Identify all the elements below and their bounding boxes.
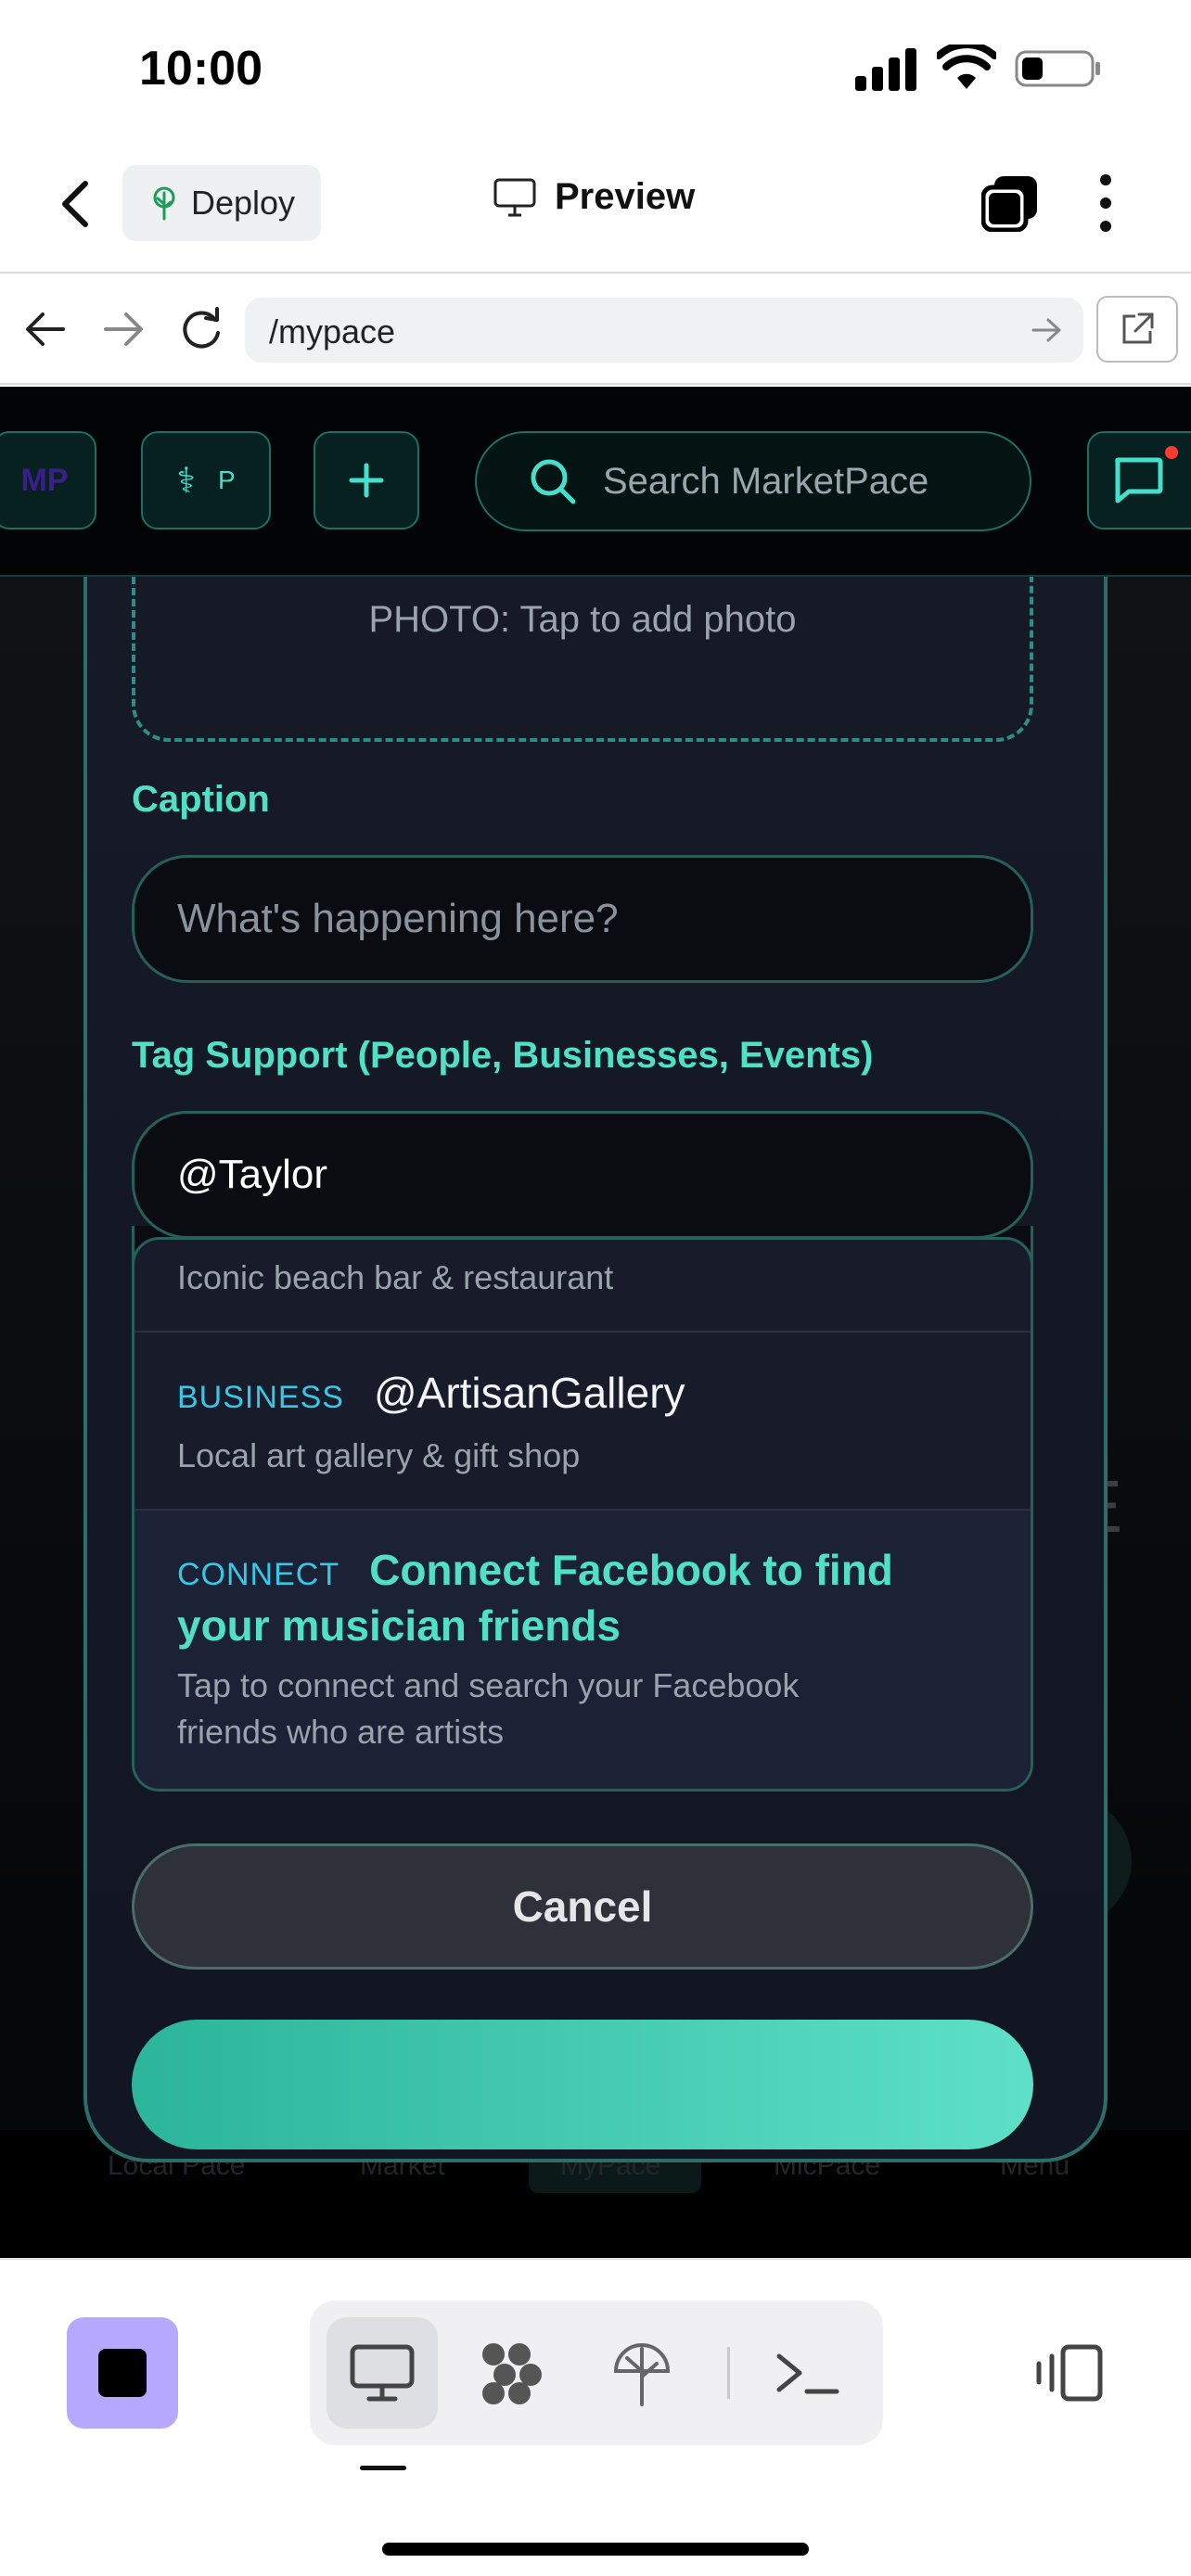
caduceus-icon: ⚕ bbox=[176, 461, 196, 501]
connect-facebook-item[interactable]: CONNECT Connect Facebook to find your mu… bbox=[134, 1511, 1031, 1789]
cancel-label: Cancel bbox=[512, 1882, 653, 1931]
search-icon bbox=[531, 459, 576, 504]
deploy-label: Deploy bbox=[191, 184, 296, 222]
photo-dropzone[interactable]: PHOTO: Tap to add photo bbox=[132, 577, 1033, 742]
deploy-tree-icon[interactable] bbox=[607, 2340, 677, 2406]
dev-toolbar bbox=[0, 2258, 1191, 2576]
xp-chip-letter: P bbox=[217, 465, 236, 494]
connect-title-line1: Connect Facebook to find bbox=[369, 1546, 893, 1594]
photo-prompt: PHOTO: Tap to add photo bbox=[368, 599, 797, 640]
suggestion-item[interactable]: Iconic beach bar & restaurant bbox=[134, 1240, 1031, 1333]
connect-subtitle-line1: Tap to connect and search your Facebook bbox=[177, 1666, 800, 1704]
monitor-icon bbox=[493, 178, 536, 216]
preview-label: Preview bbox=[555, 176, 696, 217]
suggestion-type: BUSINESS bbox=[177, 1380, 344, 1415]
desktop-view-icon[interactable] bbox=[347, 2340, 417, 2406]
open-external-button[interactable] bbox=[1096, 296, 1178, 363]
cancel-button[interactable]: Cancel bbox=[132, 1843, 1033, 1970]
tabs-switcher-icon[interactable] bbox=[981, 174, 1039, 232]
suggestion-name: @ArtisanGallery bbox=[373, 1369, 685, 1417]
add-button[interactable] bbox=[314, 431, 419, 529]
reload-icon[interactable] bbox=[178, 305, 224, 351]
connect-subtitle-line2: friends who are artists bbox=[177, 1713, 505, 1751]
logo-text: MP bbox=[20, 462, 69, 498]
tag-suggestions-dropdown: Iconic beach bar & restaurant BUSINESS @… bbox=[132, 1237, 1033, 1792]
go-arrow-icon[interactable] bbox=[1031, 316, 1063, 344]
workspace-icon[interactable] bbox=[477, 2340, 547, 2406]
browser-back-icon[interactable] bbox=[24, 311, 67, 348]
preview-title[interactable]: Preview bbox=[493, 176, 695, 218]
tag-input[interactable]: @Taylor bbox=[132, 1111, 1033, 1239]
suggestion-item[interactable]: BUSINESS @ArtisanGallery Local art galle… bbox=[134, 1333, 1031, 1511]
caption-placeholder: What's happening here? bbox=[177, 896, 619, 941]
messages-button[interactable] bbox=[1087, 431, 1191, 529]
stop-icon bbox=[98, 2349, 147, 2397]
suggestion-subtitle: Local art gallery & gift shop bbox=[177, 1436, 581, 1474]
search-input[interactable]: Search MarketPace bbox=[475, 431, 1031, 531]
external-link-icon bbox=[1122, 312, 1154, 344]
url-field[interactable]: /mypace bbox=[245, 298, 1083, 363]
browser-forward-icon[interactable] bbox=[102, 311, 145, 348]
create-post-modal: PHOTO: Tap to add photo Caption What's h… bbox=[83, 577, 1108, 2162]
chat-bubble-icon bbox=[1115, 457, 1163, 504]
terminal-icon[interactable] bbox=[772, 2340, 842, 2406]
stop-button[interactable] bbox=[67, 2317, 178, 2429]
web-content: TE Local Pace Market MyPace MicPace Menu… bbox=[0, 387, 1191, 2258]
seg-divider bbox=[727, 2347, 730, 2399]
submit-button[interactable] bbox=[132, 2020, 1033, 2149]
connect-title-line2: your musician friends bbox=[177, 1601, 621, 1650]
home-indicator bbox=[382, 2543, 809, 2556]
wifi-icon bbox=[937, 45, 996, 89]
caption-input[interactable]: What's happening here? bbox=[132, 855, 1033, 983]
view-switcher bbox=[310, 2301, 883, 2445]
notification-dot bbox=[1165, 446, 1178, 459]
site-header: MP ⚕ P Search MarketPace bbox=[0, 387, 1191, 577]
plus-icon bbox=[349, 463, 384, 498]
deploy-tree-icon bbox=[153, 186, 175, 221]
suggestion-type: CONNECT bbox=[177, 1557, 340, 1592]
app-bar: Deploy Preview bbox=[0, 139, 1191, 274]
battery-icon bbox=[1015, 50, 1100, 87]
caption-label: Caption bbox=[132, 779, 270, 820]
suggestion-subtitle: Iconic beach bar & restaurant bbox=[177, 1258, 614, 1296]
back-chevron-icon[interactable] bbox=[58, 178, 95, 230]
url-text: /mypace bbox=[269, 312, 396, 351]
logo-chip[interactable]: MP bbox=[0, 431, 96, 529]
cellular-signal-icon bbox=[855, 48, 916, 91]
more-options-icon[interactable] bbox=[1095, 172, 1117, 234]
search-placeholder: Search MarketPace bbox=[603, 460, 929, 502]
tag-input-value: @Taylor bbox=[177, 1152, 328, 1197]
browser-url-row: /mypace bbox=[0, 275, 1191, 385]
active-tab-indicator bbox=[360, 2466, 406, 2470]
panel-toggle-icon[interactable] bbox=[1033, 2343, 1104, 2403]
deploy-button[interactable]: Deploy bbox=[122, 165, 321, 241]
status-bar: 10:00 bbox=[0, 0, 1191, 139]
status-time: 10:00 bbox=[139, 42, 263, 96]
xp-chip[interactable]: ⚕ P bbox=[141, 431, 271, 529]
tag-support-label: Tag Support (People, Businesses, Events) bbox=[132, 1035, 874, 1076]
